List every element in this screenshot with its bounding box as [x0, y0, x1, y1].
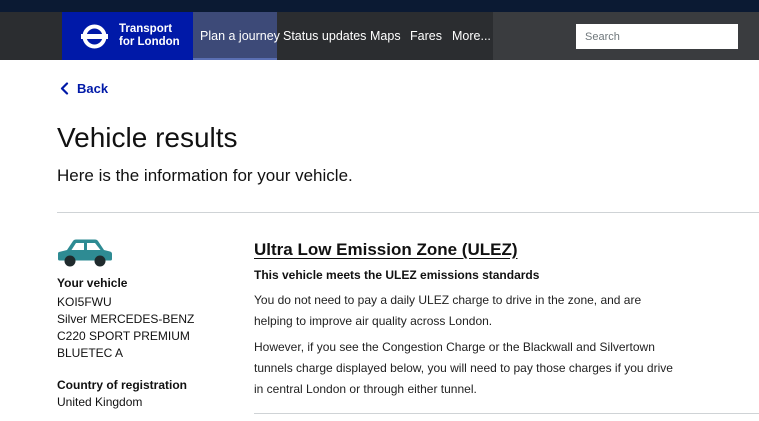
tfl-logo-link[interactable]: Transport for London: [62, 12, 193, 60]
country-label: Country of registration: [57, 378, 188, 392]
nav-plan-a-journey[interactable]: Plan a journey: [193, 12, 280, 60]
divider: [57, 212, 759, 213]
ulez-link[interactable]: Ultra Low Emission Zone (ULEZ): [254, 240, 518, 260]
nav-status-updates[interactable]: Status updates: [283, 12, 366, 60]
chevron-left-icon: [60, 81, 69, 95]
tfl-wordmark: Transport for London: [119, 23, 180, 49]
car-icon: [58, 239, 112, 267]
back-link[interactable]: Back: [60, 78, 108, 98]
ulez-paragraph-1: You do not need to pay a daily ULEZ char…: [254, 293, 642, 328]
vehicle-variant: BLUETEC A: [57, 346, 124, 360]
search-input[interactable]: [576, 24, 738, 49]
ulez-status: This vehicle meets the ULEZ emissions st…: [254, 268, 540, 282]
back-label: Back: [77, 80, 109, 96]
nav-fares[interactable]: Fares: [410, 12, 442, 60]
nav-more[interactable]: More...: [452, 12, 491, 60]
vehicle-model: C220 SPORT PREMIUM: [57, 329, 190, 343]
tfl-roundel-icon: [81, 24, 108, 49]
section-divider: [254, 413, 759, 414]
top-strip: [0, 0, 759, 12]
page-subtitle: Here is the information for your vehicle…: [57, 166, 353, 185]
brand-line-2: for London: [119, 36, 180, 48]
your-vehicle-label: Your vehicle: [57, 276, 128, 290]
nav-maps[interactable]: Maps: [370, 12, 401, 60]
vehicle-make: Silver MERCEDES-BENZ: [57, 312, 195, 326]
ulez-paragraph-2: However, if you see the Congestion Charg…: [254, 340, 673, 396]
vehicle-registration: KOI5FWU: [57, 295, 112, 309]
country-value: United Kingdom: [57, 395, 143, 409]
page-title: Vehicle results: [57, 122, 238, 153]
brand-line-1: Transport: [119, 23, 173, 35]
